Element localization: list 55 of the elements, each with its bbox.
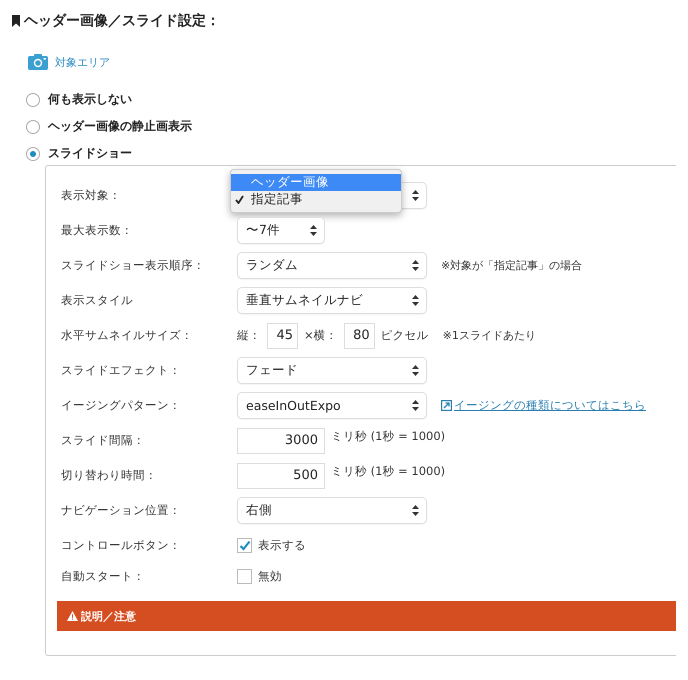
setting-label: コントロールボタン： <box>60 538 182 553</box>
area-link[interactable]: 対象エリア <box>55 54 110 70</box>
notice-title: 説明／注意 <box>81 608 136 624</box>
setting-label: スライドエフェクト： <box>60 363 182 378</box>
radio-button[interactable] <box>26 120 40 134</box>
unit-text: ピクセル <box>380 328 429 343</box>
setting-label: スライドショー表示順序： <box>60 258 206 273</box>
setting-label: 表示スタイル <box>60 293 134 308</box>
checkbox-label: 表示する <box>258 538 306 553</box>
select-dropdown[interactable]: フェード <box>237 357 427 384</box>
width-label: ×横： <box>304 328 338 343</box>
unit-text: ミリ秒 (1秒 = 1000) <box>331 464 446 479</box>
note-text: ※対象が「指定記事」の場合 <box>441 258 582 273</box>
checkbox-label: 無効 <box>258 568 282 584</box>
radio-label: 何も表示しない <box>48 91 132 108</box>
up-down-arrows-icon <box>310 225 317 236</box>
radio-label: ヘッダー画像の静止画表示 <box>48 118 192 135</box>
checkbox[interactable] <box>237 538 252 553</box>
number-field[interactable]: 500 <box>237 462 325 488</box>
setting-label: 切り替わり時間： <box>60 468 158 483</box>
checkmark-icon <box>235 195 244 204</box>
select-dropdown[interactable]: 右側 <box>237 497 427 524</box>
warning-icon <box>67 611 78 621</box>
number-field[interactable]: 3000 <box>237 428 325 454</box>
setting-label: 水平サムネイルサイズ： <box>60 328 194 343</box>
bookmark-icon <box>12 15 20 27</box>
up-down-arrows-icon <box>412 365 419 376</box>
setting-label: イージングパターン： <box>60 398 182 413</box>
setting-label: スライド間隔： <box>60 433 146 448</box>
unit-text: ミリ秒 (1秒 = 1000) <box>331 429 446 444</box>
height-field[interactable]: 45 <box>267 322 298 348</box>
up-down-arrows-icon <box>412 505 419 516</box>
select-dropdown[interactable]: 垂直サムネイルナビ <box>237 287 427 314</box>
up-down-arrows-icon <box>412 295 419 306</box>
radio-button[interactable] <box>26 92 40 106</box>
camera-icon <box>28 54 48 70</box>
select-dropdown[interactable]: ランダム <box>237 252 427 279</box>
radio-label: スライドショー <box>48 145 132 162</box>
width-field[interactable]: 80 <box>344 322 375 348</box>
checkbox[interactable] <box>237 568 252 584</box>
up-down-arrows-icon <box>412 260 419 271</box>
setting-label: 表示対象： <box>60 188 122 203</box>
up-down-arrows-icon <box>412 190 419 201</box>
section-heading: ヘッダー画像／スライド設定： <box>24 12 220 30</box>
height-label: 縦： <box>237 328 261 343</box>
setting-label: 最大表示数： <box>60 223 134 238</box>
note-text: ※1スライドあたり <box>442 328 536 343</box>
radio-button[interactable] <box>26 146 40 160</box>
setting-label: 自動スタート： <box>60 568 146 584</box>
menu-option[interactable]: 指定記事 <box>231 191 401 208</box>
up-down-arrows-icon <box>412 400 419 411</box>
external-link-icon <box>441 400 452 411</box>
setting-label: ナビゲーション位置： <box>60 503 182 518</box>
select-dropdown[interactable]: 〜7件 <box>237 217 325 244</box>
select-dropdown[interactable]: easeInOutExpo <box>237 392 427 419</box>
